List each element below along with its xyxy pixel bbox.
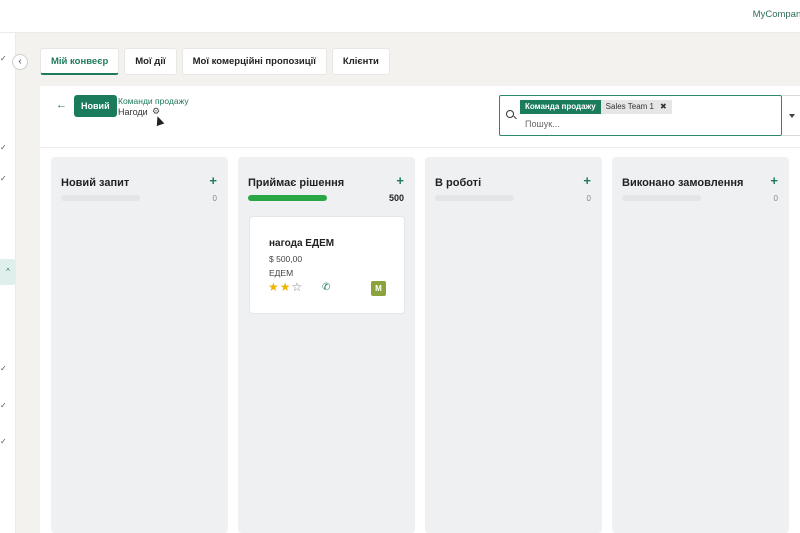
column-title[interactable]: Виконано замовлення (622, 177, 743, 189)
column-total: 0 (212, 194, 217, 203)
search-input[interactable] (525, 117, 755, 131)
sidebar: ✓ ✓ ✓ ^ ✓ ✓ ✓ (0, 33, 16, 533)
breadcrumb-parent[interactable]: Команди продажу (118, 96, 189, 106)
check-icon[interactable]: ✓ (0, 401, 7, 410)
priority-stars: ★ ★ ☆ (268, 281, 302, 293)
search-facet: Команда продажу Sales Team 1 ✖ (520, 100, 672, 114)
avatar: M (371, 281, 386, 296)
add-icon[interactable]: + (583, 173, 591, 188)
facet-value: Sales Team 1 ✖ (600, 100, 672, 114)
add-icon[interactable]: + (396, 173, 404, 188)
column-progress-bar (435, 195, 514, 201)
search-bar[interactable]: Команда продажу Sales Team 1 ✖ (499, 95, 782, 136)
top-navbar: MyCompany (0, 0, 800, 33)
column-total: 0 (586, 194, 591, 203)
company-switcher[interactable]: MyCompany (753, 9, 800, 20)
mouse-cursor-icon (153, 114, 165, 127)
check-icon[interactable]: ✓ (0, 54, 7, 63)
breadcrumb-current: Нагоди (118, 107, 148, 117)
column-title[interactable]: Новий запит (61, 177, 129, 189)
search-options-toggle[interactable] (782, 95, 800, 136)
tab-my-activities[interactable]: Мої дії (124, 48, 177, 75)
column-total: 0 (773, 194, 778, 203)
column-progress-bar (622, 195, 701, 201)
sidebar-collapse-button[interactable]: ‹ (12, 54, 28, 70)
card-title: нагода ЕДЕМ (269, 238, 335, 249)
tab-customers[interactable]: Клієнти (331, 48, 390, 75)
kanban-column-won: Виконано замовлення + 0 (612, 157, 789, 533)
tab-bar: Мій конвеєр Мої дії Мої комерційні пропо… (40, 48, 390, 75)
column-progress-bar (61, 195, 140, 201)
facet-remove-icon[interactable]: ✖ (660, 102, 667, 111)
check-icon[interactable]: ✓ (0, 143, 7, 152)
column-title[interactable]: В роботі (435, 177, 481, 189)
kanban-card[interactable]: нагода ЕДЕМ $ 500,00 ЕДЕМ ★ ★ ☆ ✆ M (249, 216, 405, 314)
add-icon[interactable]: + (209, 173, 217, 188)
tab-my-quotations[interactable]: Мої комерційні пропозиції (181, 48, 327, 75)
search-icon (506, 110, 514, 118)
column-title[interactable]: Приймає рішення (248, 177, 344, 189)
add-icon[interactable]: + (770, 173, 778, 188)
check-icon[interactable]: ✓ (0, 174, 7, 183)
column-progress-bar[interactable] (248, 195, 327, 201)
star-icon[interactable]: ★ (268, 281, 279, 293)
card-amount: $ 500,00 (269, 254, 303, 264)
column-total: 500 (388, 193, 404, 203)
card-company: ЕДЕМ (269, 268, 294, 278)
facet-label: Команда продажу (520, 100, 601, 114)
facet-value-text: Sales Team 1 (605, 102, 654, 111)
check-icon[interactable]: ✓ (0, 437, 7, 446)
phone-icon[interactable]: ✆ (322, 282, 330, 293)
tab-my-pipeline[interactable]: Мій конвеєр (40, 48, 120, 75)
kanban-column-new: Новий запит + 0 (51, 157, 228, 533)
star-icon[interactable]: ★ (280, 281, 291, 293)
kanban-column-proposition: Приймає рішення + 500 нагода ЕДЕМ $ 500,… (238, 157, 415, 533)
star-outline-icon[interactable]: ☆ (292, 281, 303, 293)
divider (40, 147, 800, 148)
back-arrow-icon[interactable]: ← (56, 99, 67, 111)
new-button[interactable]: Новий (74, 95, 117, 117)
kanban-column-in-progress: В роботі + 0 (425, 157, 602, 533)
check-icon[interactable]: ✓ (0, 364, 7, 373)
sidebar-item-active[interactable]: ^ (0, 259, 16, 285)
